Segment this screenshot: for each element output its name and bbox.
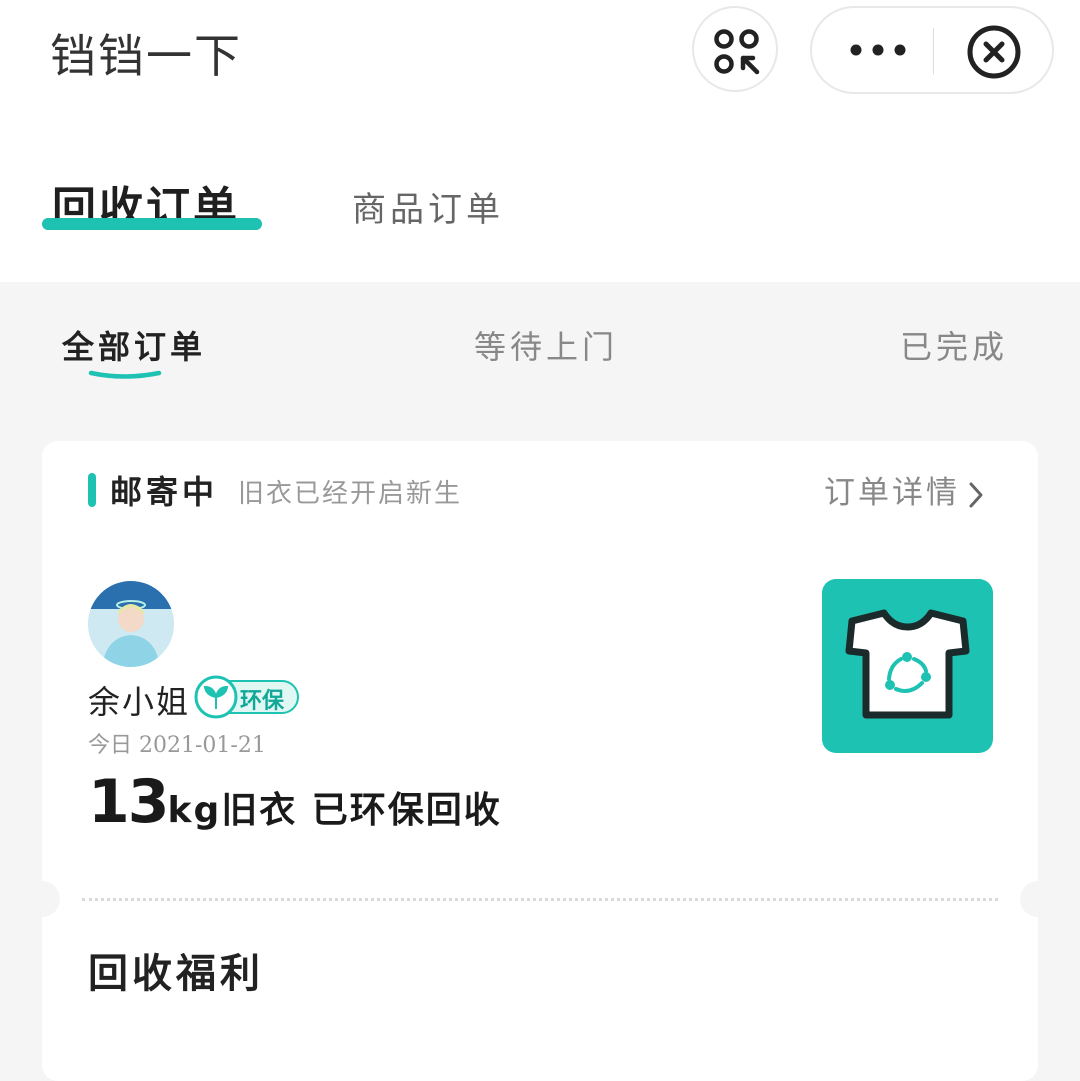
subtab-all-orders[interactable]: 全部订单 bbox=[62, 322, 206, 368]
card-notch-right bbox=[1020, 881, 1056, 917]
subtab-active-indicator bbox=[88, 370, 162, 379]
tab-product-orders[interactable]: 商品订单 bbox=[352, 182, 504, 231]
recycle-weight-text: kg旧衣 已环保回收 bbox=[167, 790, 502, 831]
order-date: 今日 2021-01-21 bbox=[88, 733, 266, 758]
capsule-divider bbox=[933, 28, 934, 74]
scan-icon bbox=[714, 29, 760, 75]
subtab-awaiting-pickup[interactable]: 等待上门 bbox=[474, 322, 618, 368]
eco-badge-label: 环保 bbox=[240, 689, 285, 714]
recycled-clothes-icon bbox=[822, 579, 993, 753]
card-divider bbox=[82, 898, 998, 901]
mini-program-capsule bbox=[810, 6, 1054, 94]
recycle-benefits-title: 回收福利 bbox=[88, 951, 264, 997]
recycle-weight: 13 bbox=[88, 767, 169, 837]
order-card: 邮寄中 旧衣已经开启新生 订单详情 余小姐 环保 今日 2021-01-21 1… bbox=[24, 441, 1056, 1081]
order-status-desc: 旧衣已经开启新生 bbox=[238, 479, 463, 509]
close-circle-icon[interactable] bbox=[966, 24, 1022, 80]
more-dots-icon[interactable] bbox=[848, 38, 908, 62]
order-detail-link[interactable]: 订单详情 bbox=[824, 467, 984, 512]
user-name: 余小姐 bbox=[88, 683, 191, 721]
card-notch-left bbox=[24, 881, 60, 917]
avatar bbox=[88, 581, 174, 667]
top-bar: 铛铛一下 回收订单 商品订单 bbox=[0, 0, 1080, 282]
order-detail-label: 订单详情 bbox=[824, 475, 960, 511]
order-status: 邮寄中 bbox=[110, 473, 219, 511]
app-title: 铛铛一下 bbox=[50, 29, 242, 83]
recycle-summary: 13kg旧衣 已环保回收 bbox=[88, 767, 502, 837]
subtab-completed[interactable]: 已完成 bbox=[900, 322, 1008, 368]
scan-button[interactable] bbox=[692, 6, 778, 92]
chevron-right-icon bbox=[969, 482, 983, 507]
tab-active-indicator bbox=[42, 218, 262, 230]
status-marker bbox=[88, 473, 96, 507]
